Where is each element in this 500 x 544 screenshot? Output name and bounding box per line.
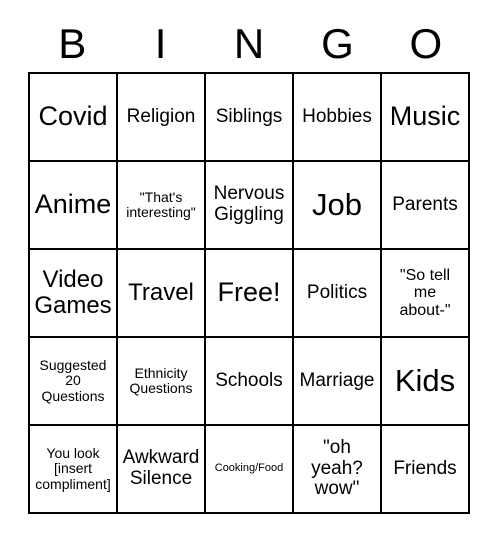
bingo-cell[interactable]: Ethnicity Questions — [118, 338, 206, 426]
bingo-cell[interactable]: Siblings — [206, 74, 294, 162]
bingo-cell[interactable]: Music — [382, 74, 470, 162]
bingo-cell-label: Marriage — [299, 369, 375, 391]
bingo-header-letter-o: O — [409, 20, 443, 67]
bingo-cell-label: Siblings — [215, 105, 283, 127]
bingo-cell-label: Politics — [306, 281, 368, 303]
bingo-cell[interactable]: "oh yeah? wow" — [294, 426, 382, 514]
bingo-cell-label: Parents — [392, 193, 458, 215]
bingo-cell-label: You look [insert compliment] — [35, 445, 111, 492]
bingo-cell-label: Nervous Giggling — [213, 183, 285, 225]
bingo-cell[interactable]: Politics — [294, 250, 382, 338]
bingo-cell-label: Cooking/Food — [214, 462, 284, 475]
bingo-cell[interactable]: Friends — [382, 426, 470, 514]
bingo-cell[interactable]: Religion — [118, 74, 206, 162]
bingo-cell-label: Ethnicity Questions — [129, 364, 193, 396]
bingo-cell-label: Job — [312, 187, 362, 223]
bingo-cell-label: Free! — [217, 277, 281, 308]
bingo-cell-label: Music — [389, 101, 461, 132]
bingo-header: B I N G O — [28, 16, 470, 72]
bingo-header-letter-n: N — [233, 20, 265, 67]
bingo-cell-label: Suggested 20 Questions — [39, 357, 107, 404]
bingo-cell[interactable]: Travel — [118, 250, 206, 338]
bingo-cell[interactable]: You look [insert compliment] — [30, 426, 118, 514]
bingo-cell-label: "oh yeah? wow" — [311, 437, 363, 500]
bingo-cell[interactable]: Awkward Silence — [118, 426, 206, 514]
bingo-cell[interactable]: Nervous Giggling — [206, 162, 294, 250]
bingo-cell-label: Religion — [126, 105, 196, 127]
bingo-cell-label: Awkward Silence — [122, 447, 200, 489]
bingo-cell[interactable]: Anime — [30, 162, 118, 250]
bingo-cell-label: Travel — [128, 279, 194, 307]
bingo-cell-label: Kids — [394, 363, 456, 399]
bingo-cell[interactable]: Schools — [206, 338, 294, 426]
bingo-cell[interactable]: Hobbies — [294, 74, 382, 162]
bingo-header-letter-i: I — [154, 20, 167, 67]
bingo-cell-label: "So tell me about-" — [399, 267, 451, 319]
bingo-grid: Covid Religion Siblings Hobbies Music An… — [28, 72, 470, 514]
bingo-cell[interactable]: "So tell me about-" — [382, 250, 470, 338]
bingo-cell[interactable]: Marriage — [294, 338, 382, 426]
bingo-cell[interactable]: Cooking/Food — [206, 426, 294, 514]
bingo-cell-label: Covid — [38, 101, 108, 132]
bingo-cell-free[interactable]: Free! — [206, 250, 294, 338]
bingo-cell[interactable]: Covid — [30, 74, 118, 162]
bingo-cell-label: Schools — [215, 369, 283, 391]
bingo-header-letter-b: B — [58, 20, 87, 67]
bingo-cell[interactable]: "That's interesting" — [118, 162, 206, 250]
bingo-cell-label: Friends — [393, 457, 457, 479]
bingo-cell-label: "That's interesting" — [126, 188, 196, 220]
bingo-cell-label: Hobbies — [302, 105, 372, 127]
bingo-cell[interactable]: Video Games — [30, 250, 118, 338]
bingo-cell-label: Anime — [34, 189, 112, 220]
bingo-cell[interactable]: Suggested 20 Questions — [30, 338, 118, 426]
bingo-header-letter-g: G — [321, 20, 354, 67]
bingo-cell[interactable]: Job — [294, 162, 382, 250]
bingo-cell[interactable]: Kids — [382, 338, 470, 426]
bingo-cell-label: Video Games — [34, 266, 112, 319]
bingo-cell[interactable]: Parents — [382, 162, 470, 250]
bingo-card: B I N G O Covid Religion Siblings Hobbie… — [0, 0, 500, 544]
